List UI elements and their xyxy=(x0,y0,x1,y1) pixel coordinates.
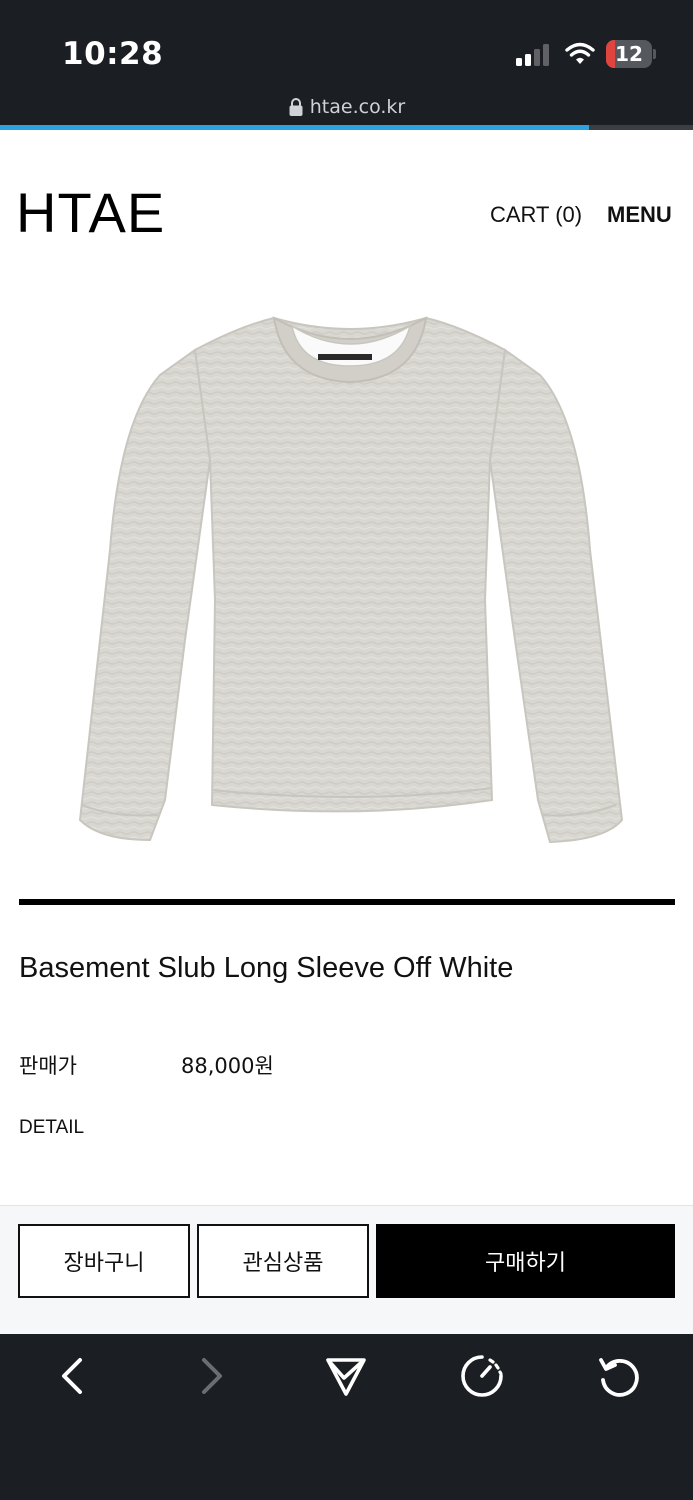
price-label: 판매가 xyxy=(19,1054,77,1078)
product-image[interactable] xyxy=(60,300,640,860)
address-bar[interactable]: htae.co.kr xyxy=(0,96,693,126)
product-title: Basement Slub Long Sleeve Off White xyxy=(19,952,514,984)
site-logo[interactable]: HTAE xyxy=(16,180,165,245)
status-bar: 10:28 12 htae.co.kr xyxy=(0,0,693,130)
page-load-progress xyxy=(0,125,693,130)
status-time: 10:28 xyxy=(62,36,164,72)
page-load-progress-fill xyxy=(0,125,590,130)
price-value: 88,000원 xyxy=(181,1054,274,1078)
wifi-icon xyxy=(565,42,595,64)
wishlist-button[interactable]: 관심상품 xyxy=(197,1224,369,1298)
battery-level: 12 xyxy=(615,42,643,66)
browser-toolbar xyxy=(0,1334,693,1500)
section-divider xyxy=(19,899,675,905)
add-to-cart-button[interactable]: 장바구니 xyxy=(18,1224,190,1298)
buy-now-button[interactable]: 구매하기 xyxy=(376,1224,675,1298)
share-icon[interactable] xyxy=(324,1354,368,1398)
battery-icon: 12 xyxy=(606,40,656,68)
detail-link[interactable]: DETAIL xyxy=(19,1117,84,1139)
reload-icon[interactable] xyxy=(596,1354,640,1398)
forward-icon[interactable] xyxy=(190,1354,234,1398)
back-icon[interactable] xyxy=(52,1354,96,1398)
url-text[interactable]: htae.co.kr xyxy=(310,96,405,118)
speed-dial-icon[interactable] xyxy=(460,1354,504,1398)
lock-icon xyxy=(289,98,303,116)
cart-link[interactable]: CART (0) xyxy=(490,202,582,228)
cellular-signal-icon xyxy=(516,44,554,66)
purchase-action-bar: 장바구니 관심상품 구매하기 xyxy=(0,1205,693,1334)
menu-button[interactable]: MENU xyxy=(607,202,672,228)
